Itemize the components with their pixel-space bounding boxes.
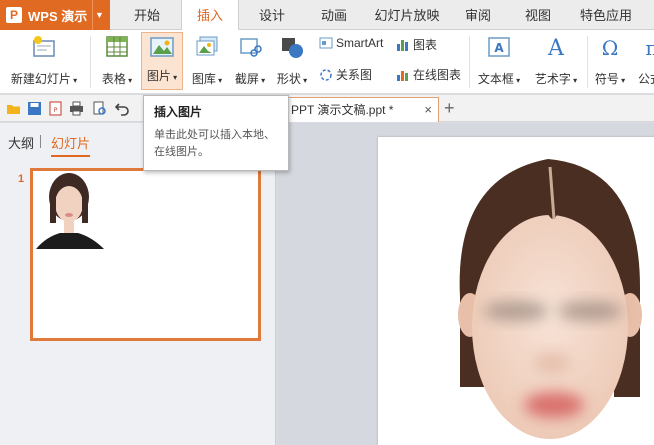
tab-review[interactable]: 审阅 — [450, 0, 506, 31]
picture-button[interactable]: 图片 — [141, 32, 183, 90]
smartart-label: SmartArt — [336, 36, 384, 50]
portrait-thumbnail-image — [36, 171, 104, 249]
ribbon-separator — [90, 36, 91, 88]
ribbon-insert: 新建幻灯片 表格 图片 图库 — [0, 30, 654, 94]
export-pdf-icon[interactable]: P — [48, 101, 63, 116]
pane-tab-divider — [40, 135, 41, 148]
print-preview-icon[interactable] — [92, 101, 107, 116]
relation-chart-label: 关系图 — [336, 68, 373, 82]
symbol-label: 符号 — [590, 70, 630, 87]
online-chart-label: 在线图表 — [413, 68, 462, 82]
chart-label: 图表 — [413, 38, 438, 52]
screenshot-label: 截屏 — [230, 70, 270, 87]
app-name: WPS 演示 — [28, 8, 88, 24]
svg-text:P: P — [54, 107, 58, 114]
shape-label: 形状 — [272, 70, 312, 87]
tab-outline[interactable]: 大纲 — [8, 133, 34, 152]
table-button[interactable]: 表格 — [96, 34, 138, 88]
smartart-button[interactable]: SmartArt — [319, 36, 383, 50]
save-icon[interactable] — [27, 101, 42, 116]
chevron-down-icon[interactable]: ▼ — [92, 0, 106, 30]
tab-insert[interactable]: 插入 — [181, 0, 239, 31]
textbox-button[interactable]: A 文本框 — [474, 34, 524, 88]
tab-home[interactable]: 开始 — [116, 0, 178, 31]
formula-icon: π — [645, 36, 654, 60]
gallery-icon — [196, 36, 218, 56]
print-icon[interactable] — [69, 101, 84, 116]
picture-icon — [150, 37, 174, 57]
menu-tab-bar: P WPS 演示 ▼ 开始 插入 设计 动画 幻灯片放映 审阅 视图 特色应用 — [0, 0, 654, 31]
open-folder-icon[interactable] — [6, 101, 21, 116]
online-chart-button[interactable]: 在线图表 — [396, 66, 461, 83]
symbol-icon: Ω — [602, 36, 619, 60]
tab-slides[interactable]: 幻灯片 — [51, 133, 91, 157]
textbox-icon: A — [488, 37, 510, 57]
document-title: PPT 演示文稿.ppt * — [291, 103, 394, 117]
slide-thumbnail[interactable] — [30, 168, 261, 341]
svg-text:A: A — [547, 36, 565, 60]
new-slide-label: 新建幻灯片 — [4, 70, 84, 87]
tab-view[interactable]: 视图 — [510, 0, 566, 31]
wordart-button[interactable]: A 艺术字 — [528, 34, 584, 88]
shape-button[interactable]: 形状 — [272, 34, 312, 88]
formula-button[interactable]: π 公式 — [632, 34, 654, 88]
new-tab-button[interactable]: + — [444, 97, 455, 119]
online-chart-icon — [397, 70, 408, 81]
wps-logo-icon: P — [6, 7, 22, 23]
slide-number: 1 — [18, 173, 25, 185]
textbox-label: 文本框 — [474, 70, 524, 87]
wordart-icon: A — [547, 36, 565, 61]
screenshot-button[interactable]: 截屏 — [230, 34, 270, 88]
slides-pane: 大纲 幻灯片 1 — [0, 123, 276, 445]
tab-special[interactable]: 特色应用 — [570, 0, 642, 31]
tooltip-title: 插入图片 — [154, 105, 203, 119]
relation-chart-button[interactable]: 关系图 — [319, 66, 372, 83]
tab-slideshow[interactable]: 幻灯片放映 — [367, 0, 447, 31]
tab-animation[interactable]: 动画 — [305, 0, 363, 31]
table-icon — [106, 36, 128, 57]
slide-page[interactable] — [378, 137, 654, 445]
svg-text:Ω: Ω — [602, 36, 619, 60]
relation-chart-icon — [320, 68, 332, 81]
portrait-photo[interactable] — [378, 137, 654, 445]
symbol-button[interactable]: Ω 符号 — [590, 34, 630, 88]
tooltip-body: 单击此处可以插入本地、在线图片。 — [154, 129, 275, 158]
table-label: 表格 — [96, 70, 138, 87]
gallery-label: 图库 — [186, 70, 228, 87]
picture-label: 图片 — [142, 67, 182, 84]
svg-text:π: π — [645, 36, 654, 60]
ribbon-separator — [587, 36, 588, 88]
insert-picture-tooltip: 插入图片 单击此处可以插入本地、在线图片。 — [143, 95, 289, 171]
tab-design[interactable]: 设计 — [243, 0, 301, 31]
chart-button[interactable]: 图表 — [396, 36, 437, 53]
shape-icon — [282, 38, 303, 58]
new-slide-button[interactable]: 新建幻灯片 — [4, 34, 84, 88]
wordart-label: 艺术字 — [528, 70, 584, 87]
ribbon-separator — [469, 36, 470, 88]
app-menu-button[interactable]: P WPS 演示 ▼ — [0, 0, 110, 30]
document-tab[interactable]: PPT 演示文稿.ppt * × — [278, 97, 439, 122]
formula-label: 公式 — [632, 70, 654, 87]
close-tab-icon[interactable]: × — [424, 98, 432, 122]
chart-icon — [397, 39, 408, 51]
gallery-button[interactable]: 图库 — [186, 34, 228, 88]
slide-editor-canvas[interactable] — [277, 123, 654, 445]
new-slide-icon — [33, 36, 55, 57]
screenshot-icon — [240, 38, 262, 57]
undo-icon[interactable] — [115, 101, 130, 116]
smartart-icon — [319, 37, 333, 49]
svg-text:A: A — [494, 41, 504, 55]
